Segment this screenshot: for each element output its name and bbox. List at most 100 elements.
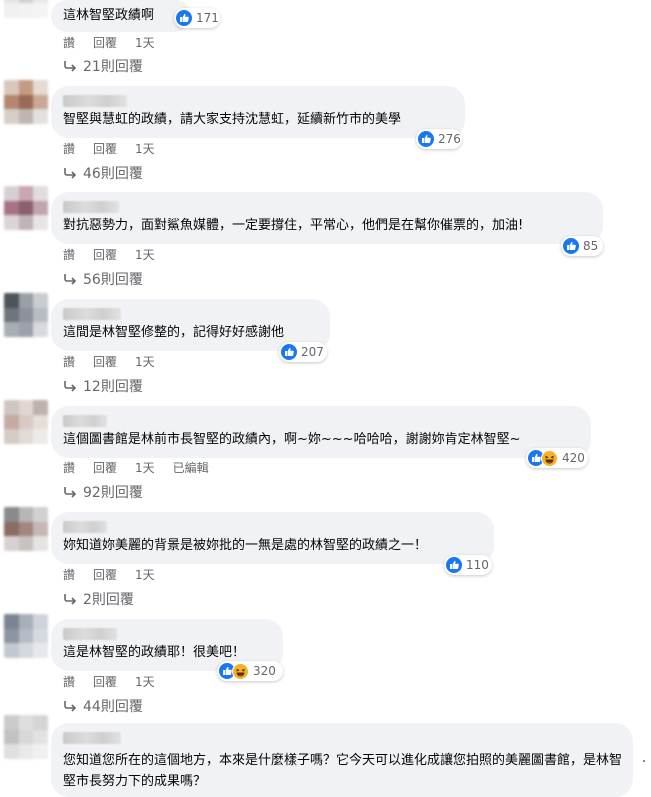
comment-actions: 讚 回覆 1天	[63, 353, 173, 370]
avatar[interactable]	[4, 80, 48, 124]
reaction-count: 320	[253, 664, 276, 678]
reply-action[interactable]: 回覆	[93, 140, 117, 157]
commenter-name[interactable]	[63, 95, 127, 107]
avatar-pixel	[18, 186, 34, 201]
comment-actions: 讚 回覆 1天	[63, 566, 173, 583]
reply-action[interactable]: 回覆	[93, 566, 117, 583]
reply-arrow-icon	[64, 487, 77, 498]
timestamp[interactable]: 1天	[135, 566, 155, 583]
commenter-name[interactable]	[63, 732, 121, 744]
avatar-pixel	[18, 744, 34, 759]
like-action[interactable]: 讚	[63, 34, 75, 51]
timestamp[interactable]: 1天	[135, 246, 155, 263]
like-action[interactable]: 讚	[63, 353, 75, 370]
reply-arrow-icon	[64, 274, 77, 285]
reply-action[interactable]: 回覆	[93, 673, 117, 690]
avatar-pixel	[33, 536, 48, 551]
reaction-summary[interactable]: 171	[174, 8, 220, 28]
avatar-pixel	[33, 307, 48, 323]
avatar-pixel	[4, 400, 19, 415]
reply-action[interactable]: 回覆	[93, 459, 117, 476]
comment-bubble: 對抗惡勢力，面對鯊魚媒體，一定要撐住，平常心，他們是在幫你催票的，加油!	[51, 192, 603, 244]
commenter-name[interactable]	[63, 521, 107, 533]
timestamp[interactable]: 1天	[135, 673, 155, 690]
avatar-pixel	[4, 293, 19, 308]
replies-count: 12則回覆	[83, 379, 143, 395]
avatar-pixel	[33, 614, 48, 629]
avatar-pixel	[18, 729, 34, 745]
like-action[interactable]: 讚	[63, 140, 75, 157]
view-replies-link[interactable]: 2則回覆	[63, 589, 134, 609]
avatar-pixel	[18, 429, 34, 444]
avatar[interactable]	[4, 715, 48, 759]
more-options-dot[interactable]	[643, 760, 645, 762]
reply-arrow-icon	[64, 381, 77, 392]
like-action[interactable]: 讚	[63, 246, 75, 263]
comment-actions: 讚 回覆 1天	[63, 246, 173, 263]
comment-bubble: 這林智堅政績啊	[51, 0, 191, 32]
avatar-pixel	[4, 429, 19, 444]
avatar-pixel	[33, 521, 48, 537]
replies-count: 46則回覆	[83, 166, 143, 182]
view-replies-link[interactable]: 92則回覆	[63, 482, 143, 502]
edited-label[interactable]: 已編輯	[173, 459, 209, 476]
view-replies-link[interactable]: 12則回覆	[63, 376, 143, 396]
comment-text: 對抗惡勢力，面對鯊魚媒體，一定要撐住，平常心，他們是在幫你催票的，加油!	[63, 218, 524, 233]
like-action[interactable]: 讚	[63, 566, 75, 583]
timestamp[interactable]: 1天	[135, 34, 155, 51]
commenter-name[interactable]	[63, 628, 117, 640]
avatar[interactable]	[4, 507, 48, 551]
timestamp[interactable]: 1天	[135, 140, 155, 157]
like-icon	[176, 10, 192, 26]
avatar-pixel	[33, 729, 48, 745]
replies-count: 56則回覆	[83, 272, 143, 288]
comment-text: 您知道您所在的這個地方，本來是什麼樣子嗎？它今天可以進化成讓您拍照的美麗圖書館，…	[63, 753, 623, 789]
reaction-summary[interactable]: 276	[416, 129, 462, 149]
avatar[interactable]	[4, 293, 48, 337]
commenter-name[interactable]	[63, 201, 119, 213]
like-action[interactable]: 讚	[63, 673, 75, 690]
reply-action[interactable]: 回覆	[93, 353, 117, 370]
avatar-pixel	[33, 3, 48, 18]
timestamp[interactable]: 1天	[135, 459, 155, 476]
reply-action[interactable]: 回覆	[93, 246, 117, 263]
view-replies-link[interactable]: 44則回覆	[63, 696, 143, 716]
reaction-summary[interactable]: 207	[279, 342, 327, 362]
reaction-summary[interactable]: 85	[561, 236, 603, 256]
avatar[interactable]	[4, 614, 48, 658]
reaction-summary[interactable]: 420	[526, 448, 588, 468]
avatar[interactable]	[4, 0, 48, 18]
comment-actions: 讚 回覆 1天	[63, 140, 173, 157]
avatar-pixel	[33, 215, 48, 230]
commenter-name[interactable]	[63, 308, 121, 320]
avatar-pixel	[4, 628, 19, 644]
avatar-pixel	[18, 3, 34, 18]
reaction-count: 207	[301, 345, 324, 359]
haha-icon	[232, 662, 249, 680]
avatar-pixel	[4, 715, 19, 730]
timestamp[interactable]: 1天	[135, 353, 155, 370]
avatar-pixel	[4, 744, 19, 759]
comment-actions: 讚 回覆 1天	[63, 34, 173, 51]
avatar-pixel	[18, 507, 34, 522]
avatar-pixel	[18, 293, 34, 308]
reply-action[interactable]: 回覆	[93, 34, 117, 51]
avatar-pixel	[18, 322, 34, 337]
avatar-pixel	[18, 614, 34, 629]
avatar[interactable]	[4, 400, 48, 444]
avatar-pixel	[4, 80, 19, 95]
commenter-name[interactable]	[63, 415, 107, 427]
comment-text: 這間是林智堅修整的，記得好好感謝他	[63, 325, 285, 340]
like-icon	[563, 238, 579, 254]
view-replies-link[interactable]: 56則回覆	[63, 269, 143, 289]
view-replies-link[interactable]: 46則回覆	[63, 163, 143, 183]
avatar-pixel	[33, 643, 48, 658]
avatar[interactable]	[4, 186, 48, 230]
reaction-summary[interactable]: 110	[444, 555, 492, 575]
like-action[interactable]: 讚	[63, 459, 75, 476]
comment-bubble: 智堅與慧虹的政績，請大家支持沈慧虹，延續新竹市的美學	[51, 86, 465, 138]
avatar-pixel	[33, 80, 48, 95]
reaction-summary[interactable]: 320	[217, 661, 283, 681]
avatar-pixel	[33, 186, 48, 201]
view-replies-link[interactable]: 21則回覆	[63, 56, 143, 76]
